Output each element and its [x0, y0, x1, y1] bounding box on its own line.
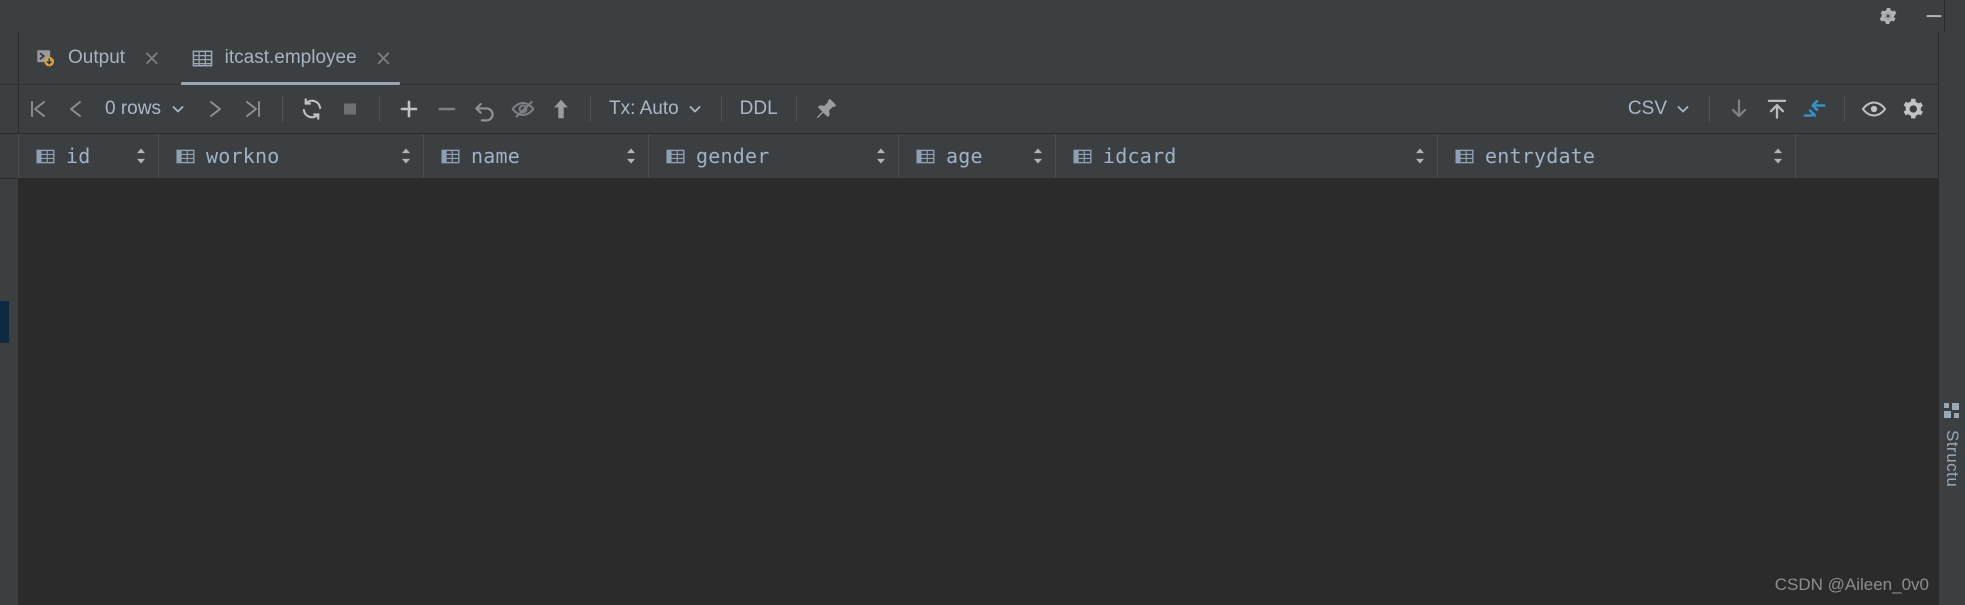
- column-header-label: entrydate: [1485, 144, 1596, 168]
- chevron-down-icon: [170, 101, 186, 117]
- column-header-label: idcard: [1103, 144, 1177, 168]
- column-icon: [1454, 146, 1475, 167]
- tab-output[interactable]: Output ×: [19, 32, 175, 84]
- window-top-strip: [0, 0, 1965, 32]
- column-header-gender[interactable]: gender: [649, 134, 899, 178]
- ddl-button[interactable]: DDL: [732, 98, 786, 120]
- download-data-button[interactable]: [1720, 90, 1758, 128]
- right-tool-window-bar: Structu: [1938, 32, 1965, 605]
- grid-position-marker: [0, 301, 9, 343]
- column-header-age[interactable]: age: [899, 134, 1056, 178]
- column-header-id[interactable]: id: [19, 134, 159, 178]
- tab-itcast-employee-label: itcast.employee: [224, 47, 357, 68]
- import-data-button[interactable]: [1758, 90, 1796, 128]
- column-header-workno[interactable]: workno: [159, 134, 424, 178]
- sort-arrows-icon[interactable]: [399, 146, 413, 166]
- toolbar-separator-4: [720, 96, 722, 122]
- chevron-down-icon: [1675, 101, 1691, 117]
- reload-page-button[interactable]: [293, 90, 331, 128]
- column-icon: [665, 146, 686, 167]
- column-header-name[interactable]: name: [424, 134, 649, 178]
- structure-squares-icon: [1943, 402, 1961, 420]
- datagrip-result-window: Output × itcast.employee × 0 rows Tx: Au…: [0, 0, 1965, 605]
- column-icon: [175, 146, 196, 167]
- tab-itcast-employee-close-icon[interactable]: ×: [375, 47, 393, 69]
- next-row-button[interactable]: [196, 90, 234, 128]
- sort-arrows-icon[interactable]: [1413, 146, 1427, 166]
- chevron-down-icon: [687, 101, 703, 117]
- tab-bar-left-rail: [0, 32, 19, 84]
- stop-button[interactable]: [331, 90, 369, 128]
- transaction-mode-label: Tx: Auto: [608, 98, 679, 119]
- column-header-entrydate[interactable]: entrydate: [1438, 134, 1796, 178]
- sort-arrows-icon[interactable]: [874, 146, 888, 166]
- export-format-label: CSV: [1627, 98, 1667, 119]
- column-icon: [1072, 146, 1093, 167]
- sort-arrows-icon[interactable]: [1771, 146, 1785, 166]
- toolbar-separator-5: [795, 96, 797, 122]
- result-toolbar: 0 rows Tx: Auto DDL CSV: [0, 85, 1965, 134]
- data-extractor-button[interactable]: [1796, 90, 1834, 128]
- toolbar-left-rail: [0, 85, 19, 133]
- tab-itcast-employee[interactable]: itcast.employee ×: [175, 32, 407, 85]
- watermark-text: CSDN @Aileen_0v0: [1774, 575, 1929, 594]
- sort-arrows-icon[interactable]: [624, 146, 638, 166]
- grid-header-corner: [0, 134, 19, 178]
- transaction-mode-selector[interactable]: Tx: Auto: [601, 98, 711, 120]
- tab-bar: Output × itcast.employee ×: [0, 32, 1965, 85]
- row-count-label: 0 rows: [105, 98, 161, 119]
- settings-gear-icon[interactable]: [1893, 90, 1931, 128]
- column-header-label: gender: [696, 144, 770, 168]
- toolbar-separator-3: [589, 96, 591, 122]
- sort-arrows-icon[interactable]: [134, 146, 148, 166]
- toolbar-separator-7: [1844, 96, 1845, 122]
- grid-empty-canvas[interactable]: [18, 179, 1965, 605]
- ddl-label: DDL: [739, 98, 778, 119]
- column-header-label: workno: [206, 144, 280, 168]
- revert-selected-button[interactable]: [504, 90, 542, 128]
- toolbar-separator-6: [1709, 96, 1710, 122]
- toolbar-separator-2: [378, 96, 380, 122]
- sort-arrows-icon[interactable]: [1031, 146, 1045, 166]
- delete-row-button[interactable]: [428, 90, 466, 128]
- settings-gear-icon[interactable]: [1873, 2, 1903, 30]
- column-header-idcard[interactable]: idcard: [1056, 134, 1438, 178]
- column-icon: [440, 146, 461, 167]
- grid-body: [0, 179, 1965, 605]
- grid-row-gutter: [0, 179, 18, 605]
- structure-tool-label[interactable]: Structu: [1942, 430, 1962, 487]
- export-format-selector[interactable]: CSV: [1620, 98, 1699, 120]
- submit-button[interactable]: [542, 90, 580, 128]
- column-header-label: name: [471, 144, 520, 168]
- row-count-selector[interactable]: 0 rows: [95, 98, 196, 120]
- toolbar-separator-1: [281, 96, 283, 122]
- view-as-button[interactable]: [1855, 90, 1893, 128]
- tab-output-close-icon[interactable]: ×: [143, 47, 161, 69]
- pin-tab-button[interactable]: [807, 90, 845, 128]
- output-console-icon: [35, 47, 57, 69]
- last-row-button[interactable]: [234, 90, 272, 128]
- add-row-button[interactable]: [390, 90, 428, 128]
- top-strip-divider: [1944, 0, 1945, 32]
- table-icon: [191, 47, 214, 70]
- previous-row-button[interactable]: [57, 90, 95, 128]
- column-header-label: age: [946, 144, 983, 168]
- tab-output-label: Output: [68, 47, 126, 68]
- column-header-label: id: [66, 144, 91, 168]
- first-row-button[interactable]: [19, 90, 57, 128]
- column-icon: [915, 146, 936, 167]
- revert-changes-button[interactable]: [466, 90, 504, 128]
- column-icon: [35, 146, 56, 167]
- grid-header-row: id workno name gender age idcard entryda…: [0, 134, 1965, 179]
